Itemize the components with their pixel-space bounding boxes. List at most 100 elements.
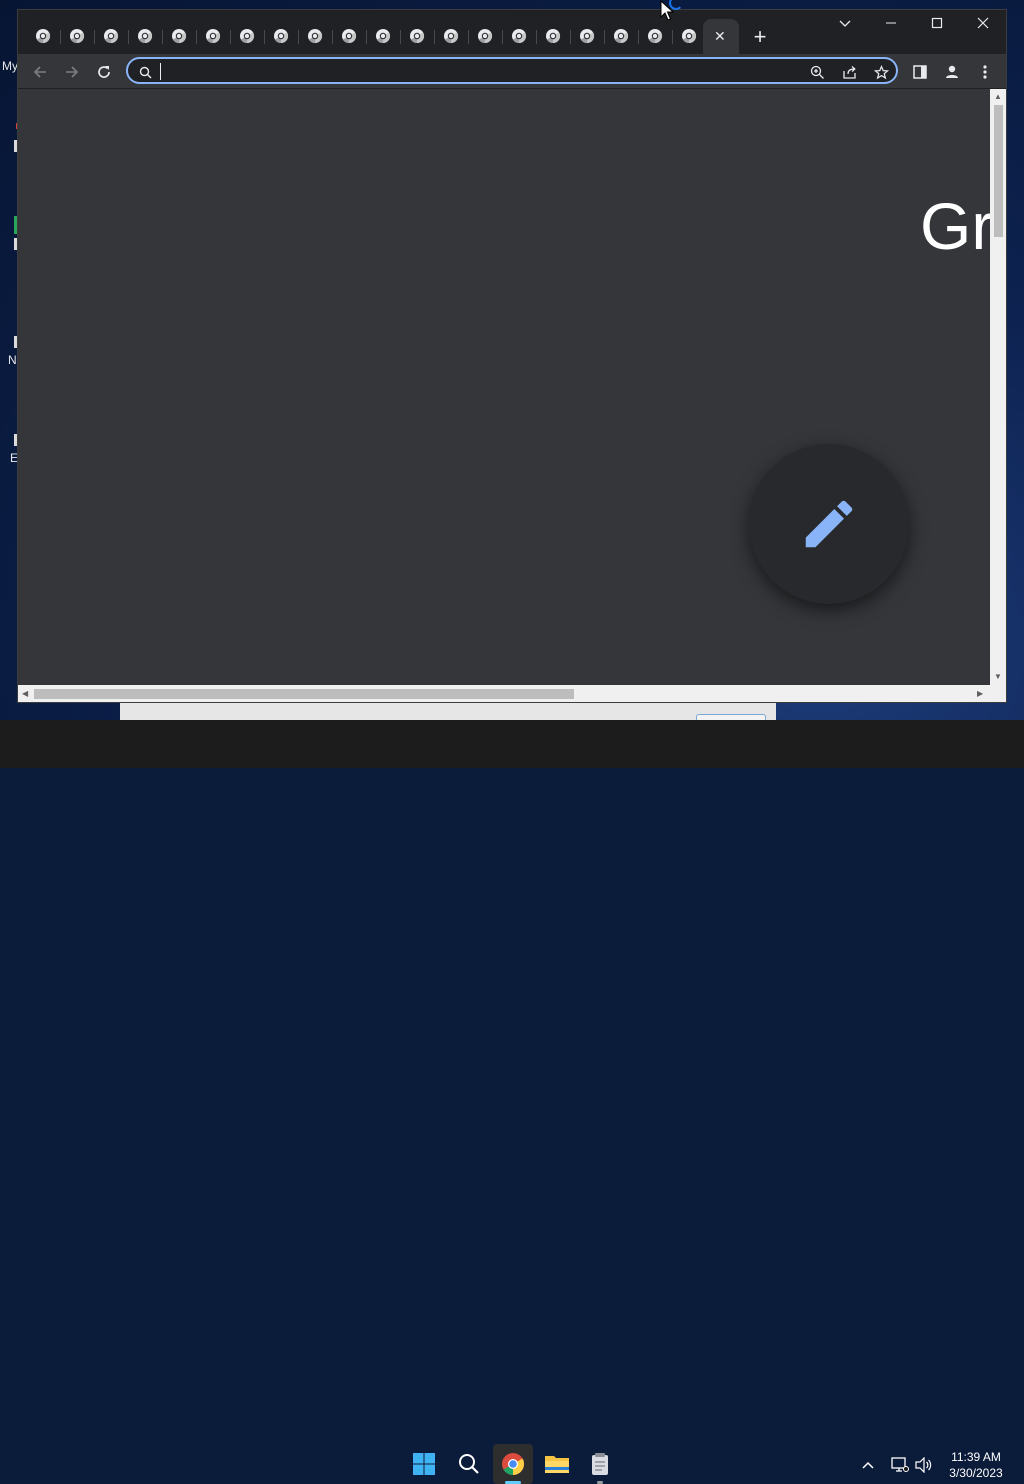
scroll-up-arrow-icon[interactable]: ▲	[994, 93, 1002, 101]
chrome-favicon-icon	[342, 29, 357, 44]
search-icon	[136, 63, 154, 81]
side-panel-icon	[913, 65, 927, 79]
desktop-icon[interactable]	[14, 434, 17, 446]
chrome-favicon-icon	[648, 29, 663, 44]
minimize-button[interactable]	[871, 16, 911, 33]
maximize-icon	[931, 17, 943, 29]
chrome-favicon-icon	[308, 29, 323, 44]
show-hidden-icons-button[interactable]	[858, 1455, 878, 1475]
browser-tab[interactable]	[300, 26, 330, 46]
tab-separator	[502, 30, 503, 44]
reload-icon	[98, 66, 110, 78]
taskbar-search-button[interactable]	[449, 1444, 489, 1484]
chrome-favicon-icon	[172, 29, 187, 44]
browser-tab[interactable]	[28, 26, 58, 46]
start-button[interactable]	[404, 1444, 444, 1484]
browser-tab[interactable]	[334, 26, 364, 46]
vertical-scroll-thumb[interactable]	[994, 105, 1003, 237]
desktop-icon[interactable]	[14, 140, 17, 152]
text-caret	[160, 63, 161, 80]
compose-button[interactable]	[749, 444, 909, 604]
clock[interactable]: 11:39 AM 3/30/2023	[946, 1449, 1006, 1481]
chrome-favicon-icon	[682, 29, 697, 44]
taskbar-notepad[interactable]	[580, 1444, 620, 1484]
desktop-icon[interactable]	[14, 216, 17, 234]
chrome-favicon-icon	[614, 29, 629, 44]
page-content[interactable]: Gr	[18, 89, 990, 685]
browser-tab[interactable]	[266, 26, 296, 46]
tab-separator	[400, 30, 401, 44]
arrow-right-icon	[66, 66, 79, 78]
browser-tab[interactable]	[504, 26, 534, 46]
desktop-icon[interactable]	[14, 336, 17, 348]
horizontal-scrollbar[interactable]: ◀ ▶	[18, 685, 1006, 702]
desktop-icon[interactable]	[14, 238, 17, 250]
tab-separator	[570, 30, 571, 44]
windows-logo-icon	[413, 1453, 435, 1475]
reload-button[interactable]	[92, 60, 116, 84]
volume-button[interactable]	[914, 1455, 934, 1475]
zoom-icon[interactable]	[808, 63, 826, 81]
tab-separator	[536, 30, 537, 44]
tab-separator	[94, 30, 95, 44]
close-window-button[interactable]	[963, 16, 1003, 33]
browser-tab[interactable]	[62, 26, 92, 46]
tab-separator	[128, 30, 129, 44]
arrow-left-icon	[33, 66, 46, 78]
browser-tab[interactable]	[572, 26, 602, 46]
minimize-icon	[886, 22, 896, 24]
scroll-left-arrow-icon[interactable]: ◀	[22, 690, 28, 698]
close-icon[interactable]: ✕	[714, 28, 726, 45]
desktop-icon-label[interactable]: N	[8, 353, 17, 367]
tab-strip: ✕ +	[18, 10, 1006, 55]
browser-tab[interactable]	[198, 26, 228, 46]
tab-search-button[interactable]	[825, 16, 865, 33]
new-tab-button[interactable]: +	[748, 24, 772, 50]
horizontal-scroll-thumb[interactable]	[34, 689, 574, 699]
taskbar-chrome[interactable]	[493, 1444, 533, 1484]
browser-tab[interactable]	[606, 26, 636, 46]
back-button[interactable]	[28, 60, 52, 84]
chrome-favicon-icon	[206, 29, 221, 44]
folder-icon	[545, 1456, 569, 1473]
chevron-up-icon	[862, 1461, 874, 1469]
chrome-favicon-icon	[410, 29, 425, 44]
scroll-right-arrow-icon[interactable]: ▶	[977, 690, 983, 698]
browser-tab[interactable]	[368, 26, 398, 46]
profile-button[interactable]	[940, 60, 964, 84]
browser-tab[interactable]	[232, 26, 262, 46]
chrome-favicon-icon	[138, 29, 153, 44]
background-window[interactable]	[120, 700, 776, 720]
address-bar[interactable]	[126, 57, 898, 84]
desktop-icon-label[interactable]: My	[2, 59, 18, 73]
browser-tab[interactable]	[674, 26, 704, 46]
browser-tab[interactable]	[96, 26, 126, 46]
tab-separator	[366, 30, 367, 44]
network-button[interactable]	[890, 1455, 910, 1475]
taskbar-file-explorer[interactable]	[537, 1444, 577, 1484]
browser-tab[interactable]	[402, 26, 432, 46]
desktop-icon-label[interactable]: E	[10, 451, 18, 465]
browser-tab[interactable]	[538, 26, 568, 46]
menu-button[interactable]	[973, 60, 997, 84]
share-icon[interactable]	[840, 63, 858, 81]
browser-tab[interactable]	[436, 26, 466, 46]
vertical-scrollbar[interactable]: ▲ ▼	[990, 89, 1006, 685]
tab-separator	[264, 30, 265, 44]
star-icon[interactable]	[872, 63, 890, 81]
side-panel-button[interactable]	[908, 60, 932, 84]
search-icon	[459, 1454, 479, 1474]
browser-tab[interactable]	[164, 26, 194, 46]
tab-separator	[298, 30, 299, 44]
browser-tab[interactable]	[640, 26, 670, 46]
maximize-button[interactable]	[917, 16, 957, 33]
browser-tab[interactable]	[470, 26, 500, 46]
speaker-icon	[915, 1457, 932, 1473]
chevron-down-icon	[839, 20, 851, 27]
browser-tab[interactable]	[130, 26, 160, 46]
close-icon	[977, 17, 989, 29]
address-input[interactable]	[158, 61, 802, 83]
clock-date: 3/30/2023	[949, 1466, 1003, 1480]
forward-button[interactable]	[60, 60, 84, 84]
scroll-down-arrow-icon[interactable]: ▼	[994, 673, 1002, 681]
